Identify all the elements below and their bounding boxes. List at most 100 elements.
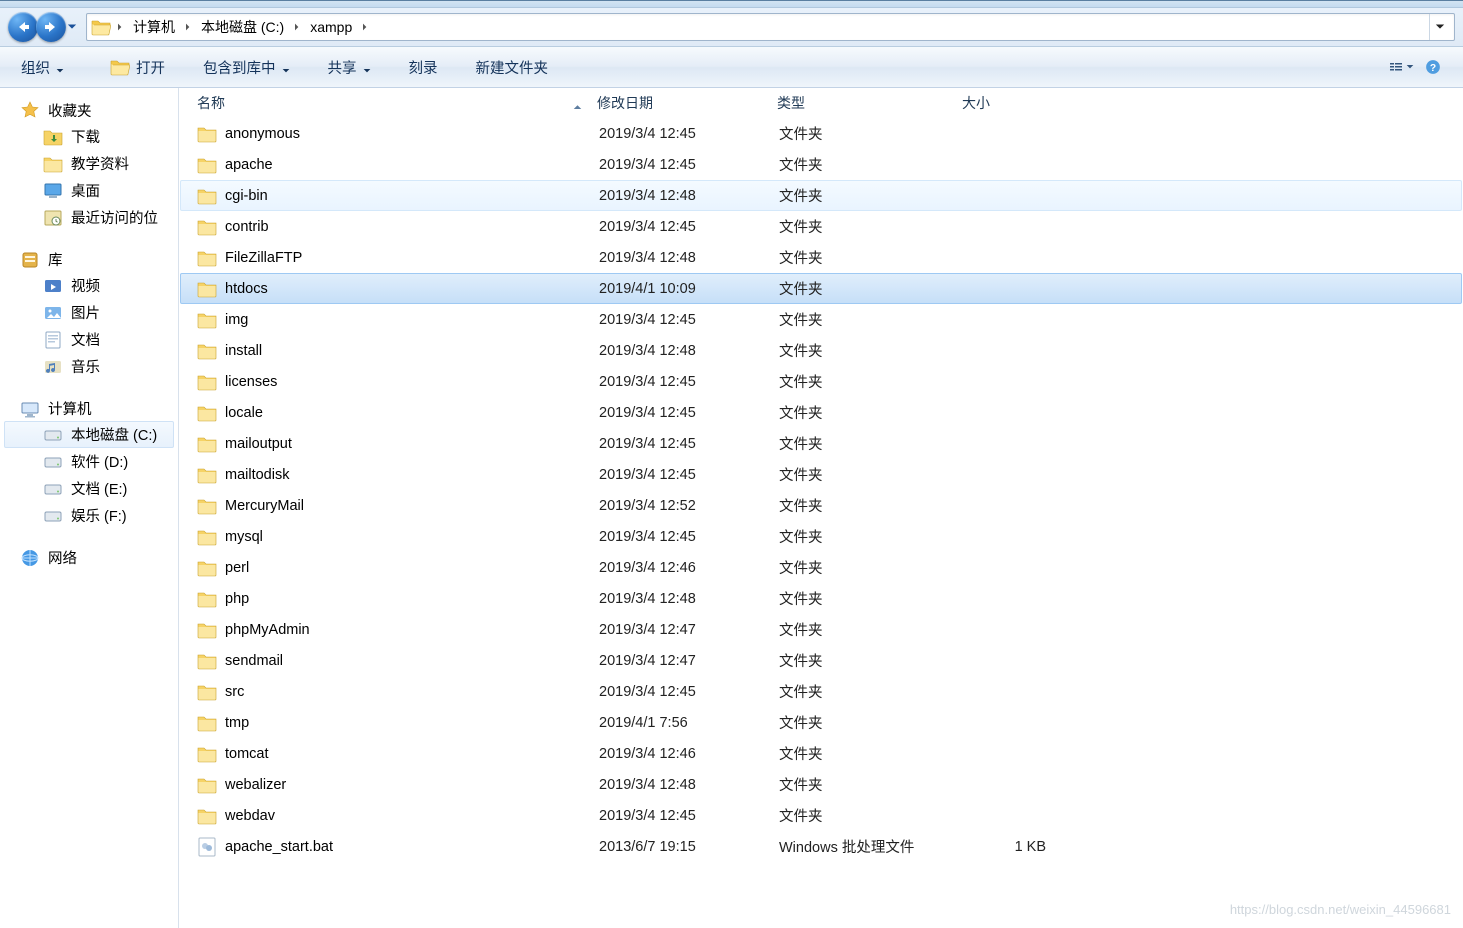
file-type: 文件夹 <box>779 371 823 392</box>
file-row[interactable]: perl2019/3/4 12:46文件夹 <box>180 552 1462 583</box>
sidebar-item-label: 桌面 <box>71 180 100 201</box>
file-row[interactable]: apache_start.bat2013/6/7 19:15Windows 批处… <box>180 831 1462 862</box>
sidebar-item[interactable]: 视频 <box>4 272 174 299</box>
file-list[interactable]: anonymous2019/3/4 12:45文件夹apache2019/3/4… <box>179 118 1463 928</box>
file-row[interactable]: webdav2019/3/4 12:45文件夹 <box>180 800 1462 831</box>
sidebar-item[interactable]: 音乐 <box>4 353 174 380</box>
breadcrumb-sep[interactable] <box>181 14 195 40</box>
sidebar-item[interactable]: 娱乐 (F:) <box>4 502 174 529</box>
breadcrumb-item[interactable]: 计算机 <box>129 14 179 40</box>
file-row[interactable]: webalizer2019/3/4 12:48文件夹 <box>180 769 1462 800</box>
back-button[interactable] <box>8 12 38 42</box>
organize-menu[interactable]: 组织 <box>10 52 75 83</box>
sidebar-item[interactable]: 本地磁盘 (C:) <box>4 421 174 448</box>
sidebar-heading[interactable]: 收藏夹 <box>0 98 178 123</box>
file-row[interactable]: anonymous2019/3/4 12:45文件夹 <box>180 118 1462 149</box>
file-row[interactable]: mailoutput2019/3/4 12:45文件夹 <box>180 428 1462 459</box>
burn-button[interactable]: 刻录 <box>398 52 449 83</box>
sidebar-item-label: 视频 <box>71 275 100 296</box>
address-dropdown[interactable] <box>1429 14 1450 40</box>
column-type[interactable]: 类型 <box>771 88 956 118</box>
down-icon <box>43 127 63 147</box>
file-row[interactable]: php2019/3/4 12:48文件夹 <box>180 583 1462 614</box>
file-row[interactable]: img2019/3/4 12:45文件夹 <box>180 304 1462 335</box>
col-type-label: 类型 <box>777 93 805 113</box>
sidebar-item[interactable]: 文档 (E:) <box>4 475 174 502</box>
sidebar-item[interactable]: 最近访问的位 <box>4 204 174 231</box>
folder-icon <box>197 279 217 299</box>
new-folder-button[interactable]: 新建文件夹 <box>465 52 560 83</box>
file-row[interactable]: cgi-bin2019/3/4 12:48文件夹 <box>180 180 1462 211</box>
column-name[interactable]: 名称 <box>191 88 591 118</box>
file-row[interactable]: phpMyAdmin 2019/3/4 12:47 文件夹 <box>180 614 1462 645</box>
view-options-button[interactable] <box>1387 54 1415 80</box>
sidebar-item[interactable]: 桌面 <box>4 177 174 204</box>
file-name: img <box>225 312 248 328</box>
file-date: 2019/3/4 12:48 <box>599 188 696 204</box>
file-row[interactable]: locale2019/3/4 12:45文件夹 <box>180 397 1462 428</box>
file-type: 文件夹 <box>779 619 823 640</box>
file-name: contrib <box>225 219 269 235</box>
file-row[interactable]: licenses2019/3/4 12:45文件夹 <box>180 366 1462 397</box>
file-row[interactable]: FileZillaFTP2019/3/4 12:48文件夹 <box>180 242 1462 273</box>
breadcrumb-item[interactable]: 本地磁盘 (C:) <box>197 14 288 40</box>
file-name: cgi-bin <box>225 188 268 204</box>
file-date: 2019/3/4 12:47 <box>599 622 696 638</box>
file-type: 文件夹 <box>779 712 823 733</box>
folder-icon <box>197 775 217 795</box>
forward-button[interactable] <box>36 12 66 42</box>
folder-icon <box>197 434 217 454</box>
sidebar-group: 网络 <box>0 545 178 570</box>
file-date: 2019/3/4 12:45 <box>599 467 696 483</box>
organize-label: 组织 <box>21 57 50 78</box>
history-dropdown[interactable] <box>64 12 80 42</box>
file-date: 2019/4/1 7:56 <box>599 715 688 731</box>
file-row[interactable]: install2019/3/4 12:48文件夹 <box>180 335 1462 366</box>
breadcrumb-item[interactable]: xampp <box>306 14 356 40</box>
folder-icon <box>197 620 217 640</box>
file-row[interactable]: htdocs2019/4/1 10:09文件夹 <box>180 273 1462 304</box>
file-row[interactable]: apache2019/3/4 12:45文件夹 <box>180 149 1462 180</box>
sort-indicator-icon <box>573 99 582 108</box>
file-row[interactable]: sendmail2019/3/4 12:47文件夹 <box>180 645 1462 676</box>
column-size[interactable]: 大小 <box>956 88 1056 118</box>
breadcrumb-sep[interactable] <box>113 14 127 40</box>
file-row[interactable]: MercuryMail2019/3/4 12:52文件夹 <box>180 490 1462 521</box>
share-label: 共享 <box>328 57 357 78</box>
sidebar-item[interactable]: 软件 (D:) <box>4 448 174 475</box>
sidebar-item[interactable]: 图片 <box>4 299 174 326</box>
sidebar-heading[interactable]: 网络 <box>0 545 178 570</box>
include-library-menu[interactable]: 包含到库中 <box>192 52 301 83</box>
file-row[interactable]: src2019/3/4 12:45文件夹 <box>180 676 1462 707</box>
file-row[interactable]: contrib2019/3/4 12:45文件夹 <box>180 211 1462 242</box>
file-type: 文件夹 <box>779 402 823 423</box>
file-row[interactable]: tmp2019/4/1 7:56文件夹 <box>180 707 1462 738</box>
file-row[interactable]: mailtodisk2019/3/4 12:45文件夹 <box>180 459 1462 490</box>
help-button[interactable] <box>1419 54 1447 80</box>
breadcrumb-sep[interactable] <box>290 14 304 40</box>
sidebar-item[interactable]: 下载 <box>4 123 174 150</box>
navigation-pane: 收藏夹下载教学资料桌面最近访问的位库视频图片文档音乐计算机本地磁盘 (C:)软件… <box>0 88 179 928</box>
sidebar-item[interactable]: 教学资料 <box>4 150 174 177</box>
file-type: 文件夹 <box>779 557 823 578</box>
file-name: htdocs <box>225 281 268 297</box>
file-type: 文件夹 <box>779 216 823 237</box>
file-name: FileZillaFTP <box>225 250 302 266</box>
file-row[interactable]: tomcat2019/3/4 12:46文件夹 <box>180 738 1462 769</box>
breadcrumb-sep[interactable] <box>358 14 372 40</box>
file-date: 2019/3/4 12:48 <box>599 777 696 793</box>
open-button[interactable]: 打开 <box>99 52 176 83</box>
file-name: phpMyAdmin <box>225 622 310 638</box>
file-type: 文件夹 <box>779 123 823 144</box>
file-date: 2013/6/7 19:15 <box>599 839 696 855</box>
sidebar-heading[interactable]: 计算机 <box>0 396 178 421</box>
sidebar-heading[interactable]: 库 <box>0 247 178 272</box>
sidebar-item-label: 教学资料 <box>71 153 129 174</box>
share-menu[interactable]: 共享 <box>317 52 382 83</box>
folder-open-icon <box>110 57 130 77</box>
lib-icon <box>20 250 40 270</box>
address-bar[interactable]: 计算机本地磁盘 (C:) xampp <box>86 13 1455 41</box>
column-date[interactable]: 修改日期 <box>591 88 771 118</box>
sidebar-item[interactable]: 文档 <box>4 326 174 353</box>
file-row[interactable]: mysql2019/3/4 12:45文件夹 <box>180 521 1462 552</box>
